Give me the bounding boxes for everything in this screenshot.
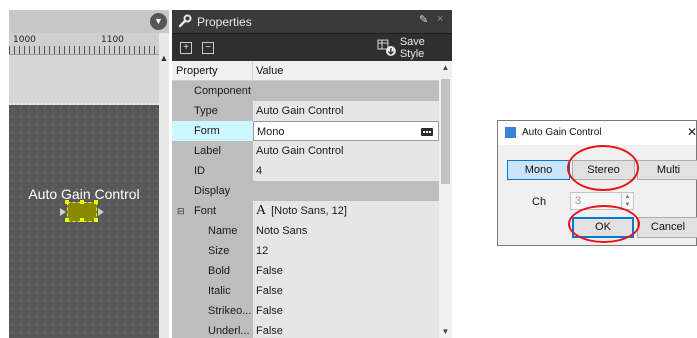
property-value: A [Noto Sans, 12] [253, 201, 439, 221]
property-row-font-name[interactable]: Name Noto Sans [172, 221, 439, 241]
font-icon: A [256, 203, 267, 218]
annotation-circle-ok [568, 205, 640, 243]
ch-value: 3 [575, 195, 582, 207]
resize-handle[interactable] [65, 200, 69, 204]
close-icon[interactable]: × [437, 13, 443, 25]
property-value: False [253, 281, 439, 301]
property-row-font-size[interactable]: Size 12 [172, 241, 439, 261]
property-value: 4 [253, 161, 439, 181]
input-port-icon[interactable] [60, 208, 66, 216]
property-row-italic[interactable]: Italic False [172, 281, 439, 301]
component-label: Auto Gain Control [28, 186, 140, 202]
resize-handle[interactable] [65, 218, 69, 222]
save-style-label: Save Style [399, 36, 425, 60]
collapse-icon[interactable]: ▼ [150, 13, 167, 30]
pin-icon[interactable]: ✎ [419, 13, 428, 26]
form-value-field[interactable]: Mono [253, 121, 439, 141]
canvas-header: ▼ [9, 10, 169, 33]
property-grid[interactable]: Property Value Component Type Auto Gain … [172, 61, 439, 338]
close-icon[interactable]: ✕ [687, 125, 697, 139]
cancel-button[interactable]: Cancel [637, 217, 697, 238]
property-value: Auto Gain Control [253, 101, 439, 121]
editor-button-icon[interactable] [421, 128, 433, 136]
grid-scrollbar[interactable]: ▲ ▼ [439, 61, 452, 338]
property-row-form[interactable]: Form Mono [172, 121, 439, 141]
property-name: Font [194, 205, 217, 217]
design-canvas[interactable]: ▼ 1000 1100 ▲ Auto Gain Control [9, 10, 169, 338]
property-name: Size [208, 245, 230, 257]
dialog-title: Auto Gain Control [522, 127, 602, 138]
value-column-header: Value [256, 65, 284, 77]
category-label: Component [194, 85, 251, 97]
ruler-ticks [9, 46, 159, 54]
property-value: 12 [253, 241, 439, 261]
expand-all-button[interactable]: + [180, 42, 192, 54]
dialog-titlebar: Auto Gain Control ✕ [498, 121, 697, 145]
property-name: Label [194, 145, 221, 157]
category-display[interactable]: Display [172, 181, 439, 201]
property-row-font[interactable]: ⊟ Font A [Noto Sans, 12] [172, 201, 439, 221]
ch-label: Ch [532, 196, 547, 208]
resize-handle[interactable] [94, 200, 98, 204]
multi-button[interactable]: Multi [637, 160, 697, 180]
canvas-scrollbar[interactable]: ▲ [159, 33, 169, 338]
property-name: Bold [208, 265, 231, 277]
property-name: Italic [208, 285, 231, 297]
category-label: Display [194, 185, 231, 197]
save-style-button[interactable]: Save Style [377, 36, 452, 60]
property-value: Noto Sans [253, 221, 439, 241]
property-value: False [253, 261, 439, 281]
properties-panel: Properties ✎ × + − Save Style Property V… [172, 10, 452, 338]
scroll-down-icon[interactable]: ▼ [439, 327, 452, 336]
category-component[interactable]: Component [172, 81, 439, 101]
canvas-area-light [9, 55, 159, 103]
resize-handle[interactable] [80, 218, 84, 222]
property-value: Auto Gain Control [253, 141, 439, 161]
ruler-label: 1100 [101, 35, 124, 45]
property-row-type[interactable]: Type Auto Gain Control [172, 101, 439, 121]
save-style-icon [377, 39, 396, 56]
property-name: Underl... [208, 325, 250, 337]
property-name: Form [172, 121, 253, 141]
font-summary: [Noto Sans, 12] [271, 205, 347, 217]
app-icon [505, 127, 516, 138]
ruler-label: 1000 [13, 35, 36, 45]
collapse-all-button[interactable]: − [202, 42, 214, 54]
horizontal-ruler: 1000 1100 [9, 33, 159, 55]
spinner-icon: ▲ ▼ [621, 193, 633, 209]
property-column-header: Property [172, 61, 253, 81]
property-row-strikeout[interactable]: Strikeo... False [172, 301, 439, 321]
annotation-circle-stereo [567, 145, 639, 191]
property-row-label[interactable]: Label Auto Gain Control [172, 141, 439, 161]
agc-component[interactable] [60, 200, 104, 222]
grid-header: Property Value [172, 61, 439, 81]
property-row-id[interactable]: ID 4 [172, 161, 439, 181]
resize-handle[interactable] [94, 218, 98, 222]
properties-titlebar: Properties ✎ × [172, 10, 452, 33]
property-name: Type [194, 105, 218, 117]
properties-title: Properties [197, 15, 252, 29]
output-port-icon[interactable] [98, 208, 104, 216]
scroll-thumb[interactable] [441, 79, 450, 184]
property-name: Name [208, 225, 238, 237]
property-name: Strikeo... [208, 305, 252, 317]
scroll-up-icon[interactable]: ▲ [439, 63, 452, 72]
scroll-up-icon[interactable]: ▲ [159, 53, 169, 63]
wrench-icon [178, 14, 192, 28]
resize-handle[interactable] [80, 200, 84, 204]
form-value: Mono [257, 126, 285, 138]
property-row-bold[interactable]: Bold False [172, 261, 439, 281]
property-row-underline[interactable]: Underl... False [172, 321, 439, 338]
property-value: False [253, 301, 439, 321]
property-name: ID [194, 165, 205, 177]
property-value: False [253, 321, 439, 338]
properties-toolbar: + − Save Style [172, 33, 452, 61]
mono-button[interactable]: Mono [507, 160, 570, 180]
